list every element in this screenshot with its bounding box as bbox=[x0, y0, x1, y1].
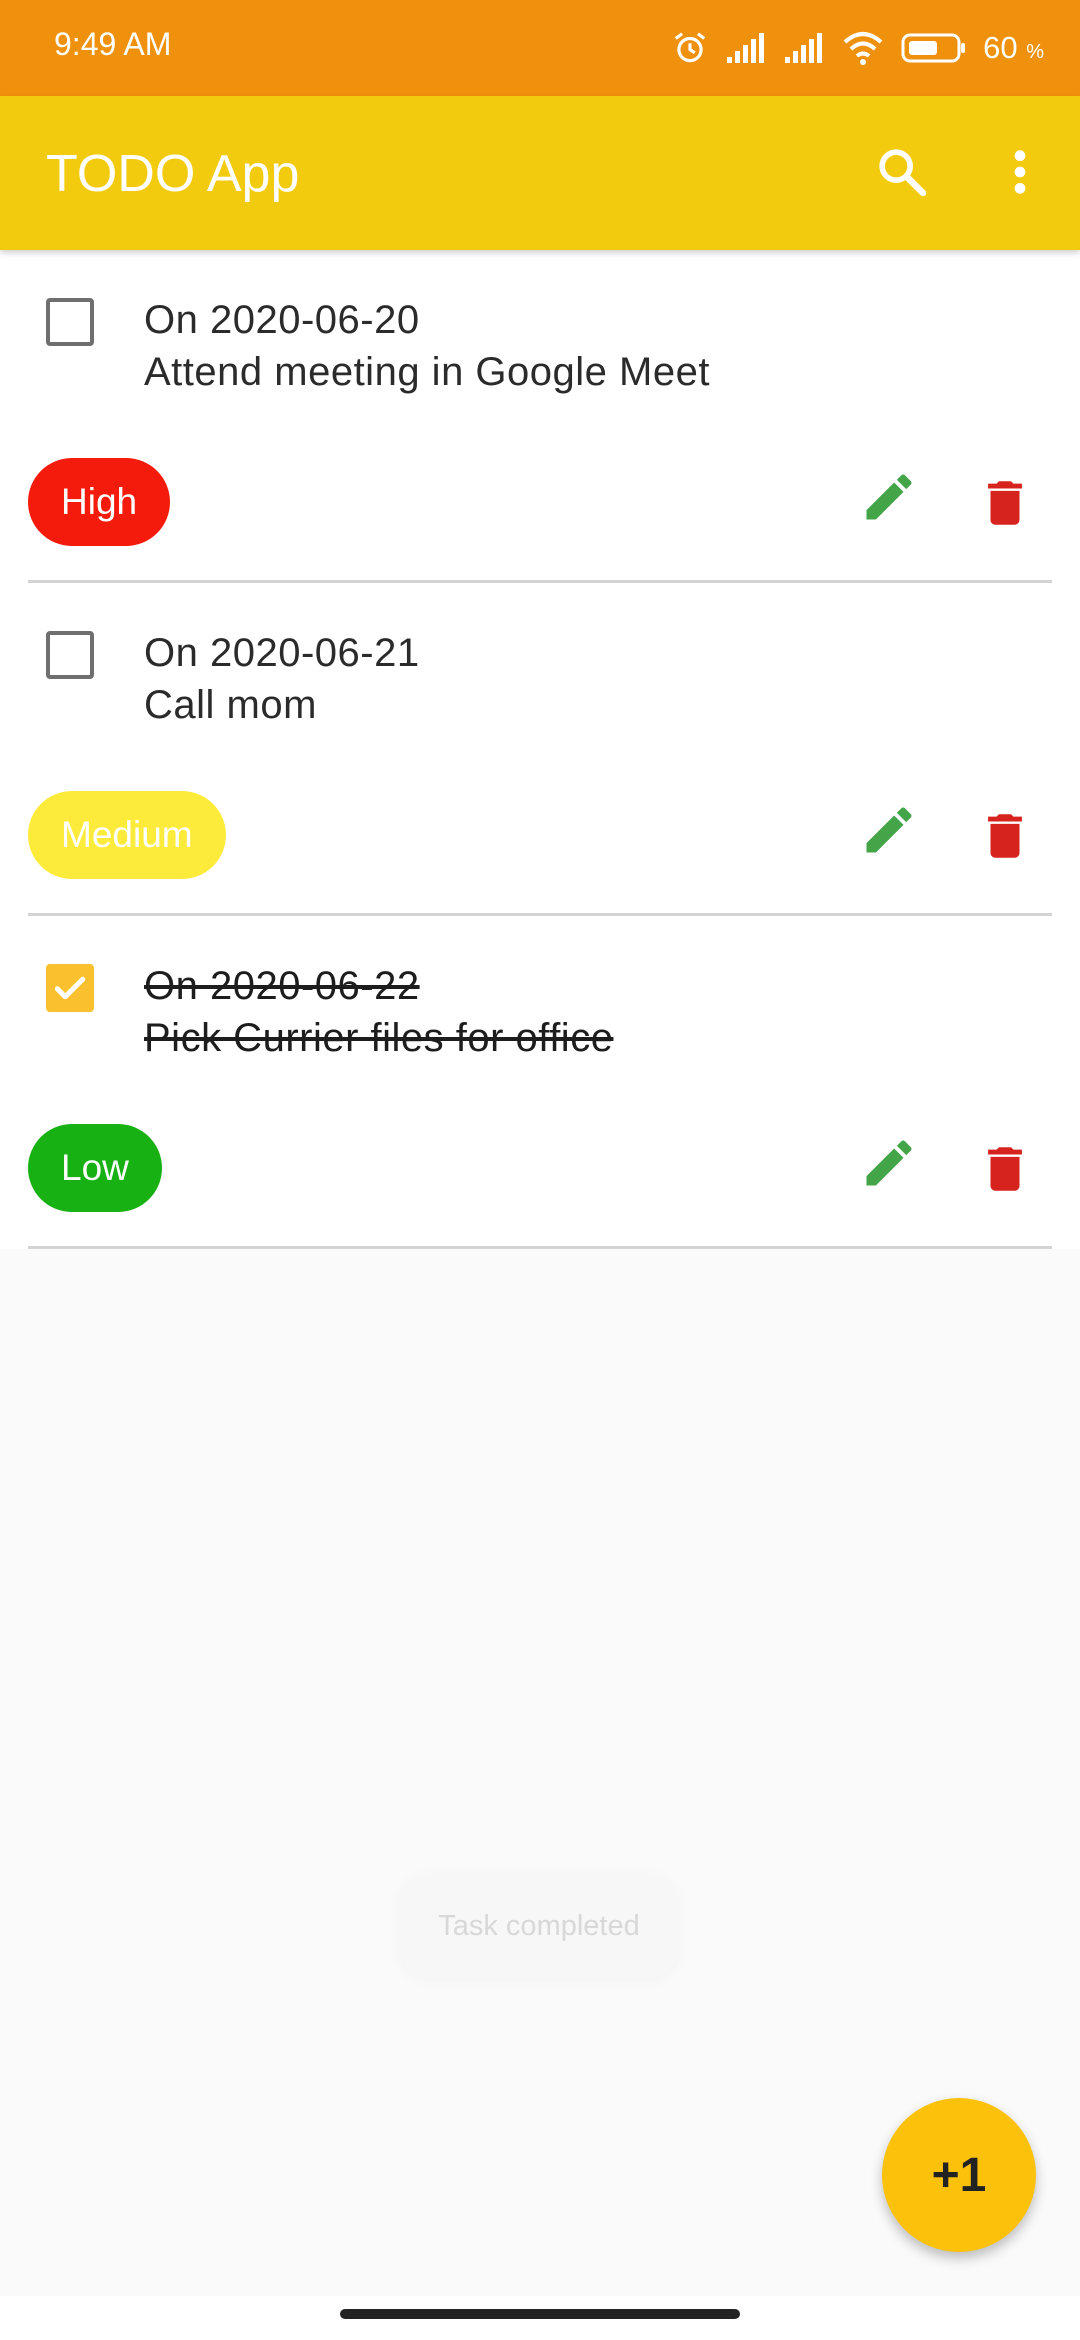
task-text: On 2020-06-20 Attend meeting in Google M… bbox=[144, 294, 710, 398]
signal-icon bbox=[783, 31, 825, 65]
delete-task-button[interactable] bbox=[970, 801, 1040, 871]
signal-icon bbox=[725, 31, 767, 65]
task-title: Pick Currier files for office bbox=[144, 1016, 614, 1060]
battery-icon bbox=[901, 31, 967, 65]
check-icon bbox=[54, 976, 86, 1000]
status-bar: 9:49 AM 60 % bbox=[0, 0, 1080, 96]
trash-icon bbox=[988, 481, 1022, 525]
delete-task-button[interactable] bbox=[970, 468, 1040, 538]
delete-task-button[interactable] bbox=[970, 1134, 1040, 1204]
battery-percent: 60 bbox=[983, 30, 1018, 65]
edit-task-button[interactable] bbox=[854, 795, 924, 865]
task-date: On 2020-06-21 bbox=[144, 631, 420, 675]
pencil-icon bbox=[866, 1140, 912, 1186]
priority-chip: High bbox=[28, 458, 171, 546]
trash-icon bbox=[988, 814, 1022, 858]
search-button[interactable] bbox=[862, 132, 942, 212]
priority-chip: Low bbox=[28, 1124, 162, 1212]
divider bbox=[28, 1246, 1052, 1249]
task-date: On 2020-06-22 bbox=[144, 964, 420, 1008]
pencil-icon bbox=[866, 474, 912, 520]
status-icons: 60 % bbox=[671, 22, 1044, 74]
app-bar: TODO App bbox=[0, 96, 1080, 250]
task-item: On 2020-06-22 Pick Currier files for off… bbox=[0, 916, 1080, 1249]
edit-task-button[interactable] bbox=[854, 462, 924, 532]
search-icon bbox=[879, 149, 927, 197]
status-time: 9:49 AM bbox=[54, 26, 172, 62]
edit-task-button[interactable] bbox=[854, 1128, 924, 1198]
task-title: Call mom bbox=[144, 683, 317, 727]
pencil-icon bbox=[866, 807, 912, 853]
battery-level: 60 % bbox=[983, 30, 1044, 66]
alarm-icon bbox=[671, 29, 709, 67]
toast-message: Task completed bbox=[400, 1874, 678, 1978]
task-checkbox[interactable] bbox=[46, 298, 94, 346]
task-checkbox[interactable] bbox=[46, 964, 94, 1012]
task-text: On 2020-06-21 Call mom bbox=[144, 627, 420, 731]
home-indicator[interactable] bbox=[340, 2309, 740, 2319]
task-text: On 2020-06-22 Pick Currier files for off… bbox=[144, 960, 613, 1064]
wifi-icon bbox=[841, 30, 885, 66]
trash-icon bbox=[988, 1147, 1022, 1191]
task-list: On 2020-06-20 Attend meeting in Google M… bbox=[0, 250, 1080, 1249]
task-title: Attend meeting in Google Meet bbox=[144, 350, 710, 394]
more-vert-icon bbox=[1014, 150, 1026, 194]
task-item: On 2020-06-20 Attend meeting in Google M… bbox=[0, 250, 1080, 583]
task-item: On 2020-06-21 Call mom Medium bbox=[0, 583, 1080, 916]
task-checkbox[interactable] bbox=[46, 631, 94, 679]
task-date: On 2020-06-20 bbox=[144, 298, 420, 342]
battery-unit: % bbox=[1026, 41, 1044, 63]
priority-chip: Medium bbox=[28, 791, 226, 879]
add-task-button[interactable]: +1 bbox=[882, 2098, 1036, 2252]
app-title: TODO App bbox=[46, 145, 300, 203]
more-options-button[interactable] bbox=[980, 132, 1060, 212]
